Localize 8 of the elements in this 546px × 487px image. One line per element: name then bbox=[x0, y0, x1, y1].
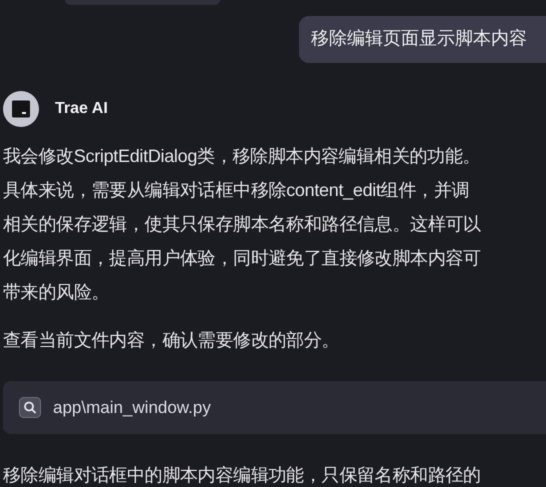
message-paragraph: 我会修改ScriptEditDialog类，移除脚本内容编辑相关的功能。 具体来说，需要从编辑对话框中移除content_edit组件，并调 相关的保存逻辑，使其只保存脚本名称和路径信息。这样可以 化编辑界面，提高用户体验，同时避免了直接修改脚本内容可 带来的风险。 bbox=[3, 145, 481, 304]
file-search-result[interactable]: app\main_window.py bbox=[3, 381, 546, 434]
bot-avatar-icon bbox=[3, 91, 39, 127]
user-message: 移除编辑页面显示脚本内容 bbox=[299, 16, 546, 63]
message-paragraph: 移除编辑对话框中的脚本内容编辑功能，只保留名称和路径的 bbox=[3, 464, 481, 487]
assistant-name: Trae AI bbox=[55, 100, 108, 118]
search-icon bbox=[19, 397, 41, 418]
message-paragraph: 查看当前文件内容，确认需要修改的部分。 bbox=[3, 329, 340, 352]
